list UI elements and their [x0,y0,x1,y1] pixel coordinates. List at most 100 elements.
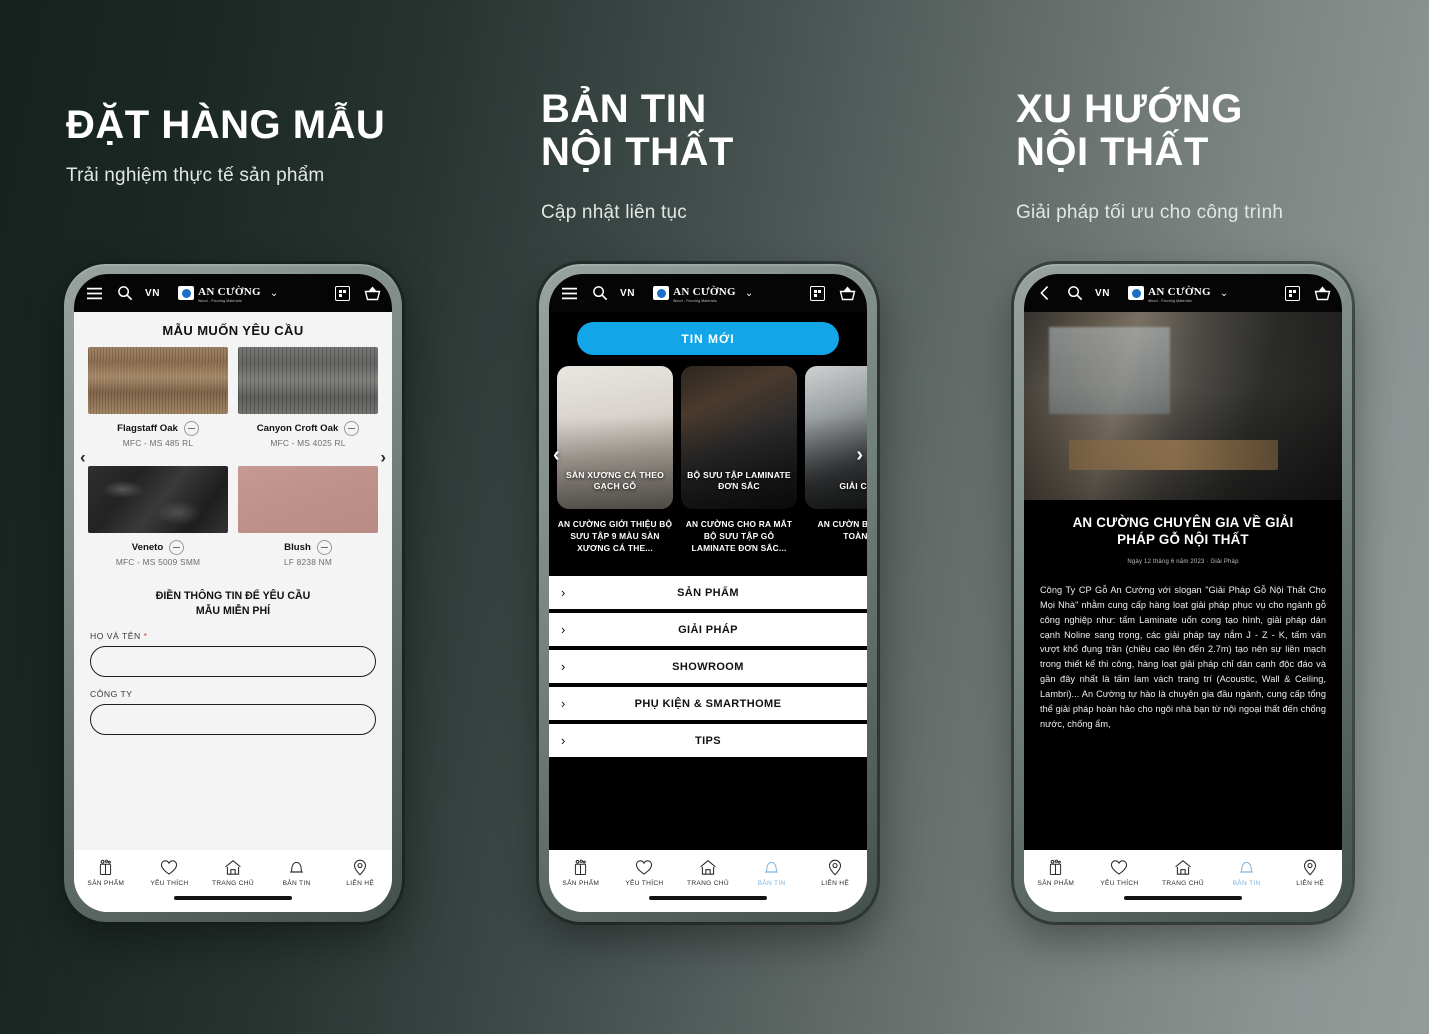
page-title: BẢN TIN NỘI THẤT [541,87,734,175]
language-selector[interactable]: VN [1095,288,1110,299]
carousel-prev-button[interactable]: ‹ [553,444,560,467]
required-marker: * [143,630,148,641]
menu-item-label: TIPS [694,734,722,747]
search-icon[interactable] [115,284,134,303]
brand-tagline: Wood - Flooring Materials [1148,298,1192,303]
field-fullname: HỌ VÀ TÊN * [74,631,392,677]
language-selector[interactable]: VN [145,288,160,299]
news-summary: AN CƯỜNG CHO RA MẮT BỘ SƯU TẬP GỖ LAMINA… [685,519,793,554]
sample-card[interactable]: Veneto MFC - MS 5009 SMM [88,466,228,567]
tab-contact[interactable]: LIÊN HỆ [331,859,389,887]
carousel-next-button[interactable]: › [380,449,386,466]
sample-card[interactable]: Flagstaff Oak MFC - MS 485 RL [88,347,228,448]
basket-icon[interactable] [839,285,856,301]
tab-label: BẢN TIN [282,880,311,887]
news-thumbnail: SÀN XƯƠNG CÁ THEO GẠCH GỖ [557,366,673,509]
tab-label: YÊU THÍCH [1100,880,1139,887]
brand-logo[interactable]: AN CƯỜNG Wood - Flooring Materials [653,283,736,303]
home-indicator [174,896,292,900]
chevron-down-icon[interactable]: ⌄ [1220,288,1228,299]
hamburger-icon[interactable] [560,284,579,303]
qr-scan-icon[interactable] [810,285,825,301]
field-label: CÔNG TY [90,688,133,699]
page-subtitle: Trải nghiệm thực tế sản phẩm [66,165,325,187]
field-company: CÔNG TY [74,689,392,735]
chevron-down-icon[interactable]: ⌄ [270,288,278,299]
sample-grid-bottom: Veneto MFC - MS 5009 SMM Blush LF 8238 N… [74,466,392,567]
bottom-tab-bar: SẢN PHẨM YÊU THÍCH TRANG CHỦ BẢN TIN LIÊ… [1024,850,1342,912]
news-caption: SÀN XƯƠNG CÁ THEO GẠCH GỖ [565,469,665,492]
chevron-down-icon[interactable]: ⌄ [745,288,753,299]
basket-icon[interactable] [1314,285,1331,301]
tab-news[interactable]: BẢN TIN [268,859,326,887]
tab-label: LIÊN HỆ [821,880,850,887]
tab-favorites[interactable]: YÊU THÍCH [615,859,673,887]
tab-label: TRANG CHỦ [1162,880,1204,887]
phone-screen: VN AN CƯỜNG Wood - Flooring Materials ⌄ … [549,274,867,912]
language-selector[interactable]: VN [620,288,635,299]
tab-products[interactable]: SẢN PHẨM [552,859,610,887]
menu-item-showroom[interactable]: › SHOWROOM [549,650,867,683]
carousel-prev-button[interactable]: ‹ [80,449,86,466]
news-card[interactable]: SÀN XƯƠNG CÁ THEO GẠCH GỖ AN CƯỜNG GIỚI … [557,366,673,573]
page-title: ĐẶT HÀNG MẪU [66,103,386,147]
heading-block-news: BẢN TIN NỘI THẤT Cập nhật liên tục [541,87,734,224]
remove-sample-button[interactable] [344,421,360,436]
fullname-input[interactable] [90,645,376,677]
tab-favorites[interactable]: YÊU THÍCH [140,859,198,887]
search-icon[interactable] [590,284,609,303]
carousel-next-button[interactable]: › [856,444,863,467]
sample-name: Flagstaff Oak [117,423,178,434]
tab-news[interactable]: BẢN TIN [1218,859,1276,887]
tab-home[interactable]: TRANG CHỦ [204,859,262,887]
menu-item-solutions[interactable]: › GIẢI PHÁP [549,613,867,646]
remove-sample-button[interactable] [183,421,199,436]
phone3-body: AN CƯỜNG CHUYÊN GIA VỀ GIẢI PHÁP GỖ NỘI … [1024,312,1342,850]
news-summary: AN CƯỜN BOARD - G TOÀN CH [817,519,867,542]
home-indicator [1124,896,1242,900]
basket-icon[interactable] [364,285,381,301]
brand-logo[interactable]: AN CƯỜNG Wood - Flooring Materials [1128,283,1211,303]
tab-products[interactable]: SẢN PHẨM [1027,859,1085,887]
tab-home[interactable]: TRANG CHỦ [1154,859,1212,887]
news-card[interactable]: BỘ SƯU TẬP LAMINATE ĐƠN SẮC AN CƯỜNG CHO… [681,366,797,573]
tab-label: LIÊN HỆ [346,880,375,887]
new-posts-button[interactable]: TIN MỚI [577,322,839,355]
tab-home[interactable]: TRANG CHỦ [679,859,737,887]
sample-card[interactable]: Canyon Croft Oak MFC - MS 4025 RL [238,347,378,448]
tab-label: BẢN TIN [757,880,786,887]
company-input[interactable] [90,703,376,735]
tab-label: SẢN PHẨM [87,880,125,887]
heading-block-order-sample: ĐẶT HÀNG MẪU Trải nghiệm thực tế sản phẩ… [66,103,386,187]
app-header: VN AN CƯỜNG Wood - Flooring Materials ⌄ [549,274,867,312]
tab-products[interactable]: SẢN PHẨM [77,859,135,887]
tab-label: SẢN PHẨM [562,880,600,887]
tab-label: TRANG CHỦ [687,880,729,887]
remove-sample-button[interactable] [169,540,185,555]
remove-sample-button[interactable] [316,540,332,555]
chevron-left-icon[interactable] [1035,284,1054,303]
news-summary: AN CƯỜNG GIỚI THIỆU BỘ SƯU TẬP 9 MÀU SÀN… [557,519,673,554]
sample-card[interactable]: Blush LF 8238 NM [238,466,378,567]
menu-item-products[interactable]: › SẢN PHẨM [549,576,867,609]
news-carousel: ‹ › SÀN XƯƠNG CÁ THEO GẠCH GỖ AN CƯỜNG G… [549,366,867,573]
sample-code: MFC - MS 485 RL [122,438,194,448]
tab-news[interactable]: BẢN TIN [743,859,801,887]
sample-name: Veneto [131,542,164,553]
tab-contact[interactable]: LIÊN HỆ [806,859,864,887]
qr-scan-icon[interactable] [335,285,350,301]
search-icon[interactable] [1065,284,1084,303]
tab-contact[interactable]: LIÊN HỆ [1281,859,1339,887]
news-thumbnail: BỘ SƯU TẬP LAMINATE ĐƠN SẮC [681,366,797,509]
app-header: VN AN CƯỜNG Wood - Flooring Materials ⌄ [1024,274,1342,312]
hamburger-icon[interactable] [85,284,104,303]
tab-favorites[interactable]: YÊU THÍCH [1090,859,1148,887]
form-title: ĐIỀN THÔNG TIN ĐỂ YÊU CẦU MẪU MIỄN PHÍ [155,590,311,617]
sample-grid-top: Flagstaff Oak MFC - MS 485 RL Canyon Cro… [74,347,392,448]
qr-scan-icon[interactable] [1285,285,1300,301]
sample-swatch [88,466,228,533]
menu-item-tips[interactable]: › TIPS [549,724,867,757]
menu-item-accessories-smarthome[interactable]: › PHỤ KIỆN & SMARTHOME [549,687,867,720]
brand-logo[interactable]: AN CƯỜNG Wood - Flooring Materials [178,283,261,303]
news-card[interactable]: GIẢI CHỐN AN CƯỜN BOARD - G TOÀN CH [805,366,867,573]
